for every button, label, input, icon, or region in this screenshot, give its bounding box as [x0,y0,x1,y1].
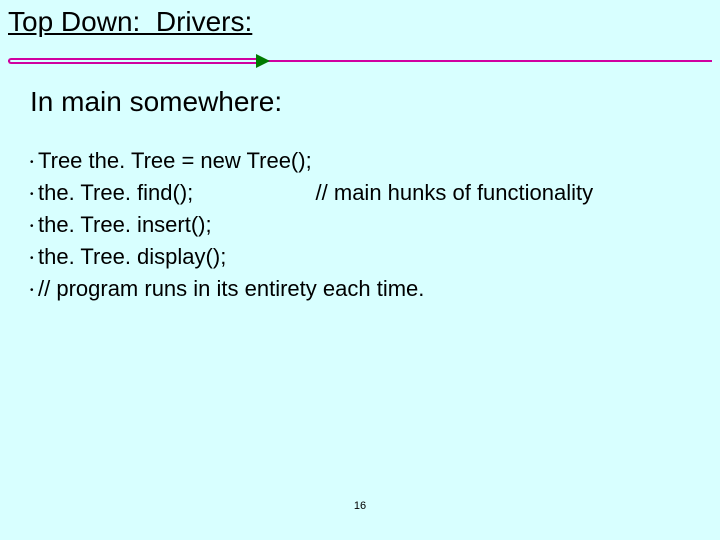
slide: Top Down: Drivers: In main somewhere: • … [0,0,720,540]
bullet-text: the. Tree. insert(); [38,210,680,240]
bullet-icon: • [30,146,38,178]
bullet-text: // program runs in its entirety each tim… [38,274,680,304]
sub-heading: In main somewhere: [30,86,282,118]
bullet-item: • Tree the. Tree = new Tree(); [30,146,680,178]
bullet-icon: • [30,242,38,274]
bullet-text: Tree the. Tree = new Tree(); [38,146,680,176]
bullet-icon: • [30,274,38,306]
bullet-text: the. Tree. find(); // main hunks of func… [38,178,680,208]
title-wrap: Top Down: Drivers: [8,6,252,38]
bullet-item: • the. Tree. display(); [30,242,680,274]
bullet-text: the. Tree. display(); [38,242,680,272]
body-text: • Tree the. Tree = new Tree(); • the. Tr… [30,146,680,306]
bullet-item: • the. Tree. insert(); [30,210,680,242]
bullet-icon: • [30,210,38,242]
bullet-item: • the. Tree. find(); // main hunks of fu… [30,178,680,210]
bullet-item: • // program runs in its entirety each t… [30,274,680,306]
slide-title: Top Down: Drivers: [8,6,252,37]
bullet-icon: • [30,178,38,210]
page-number: 16 [0,500,720,512]
divider-cap [8,58,256,64]
divider-rule [8,54,712,68]
arrow-right-icon [256,54,270,68]
